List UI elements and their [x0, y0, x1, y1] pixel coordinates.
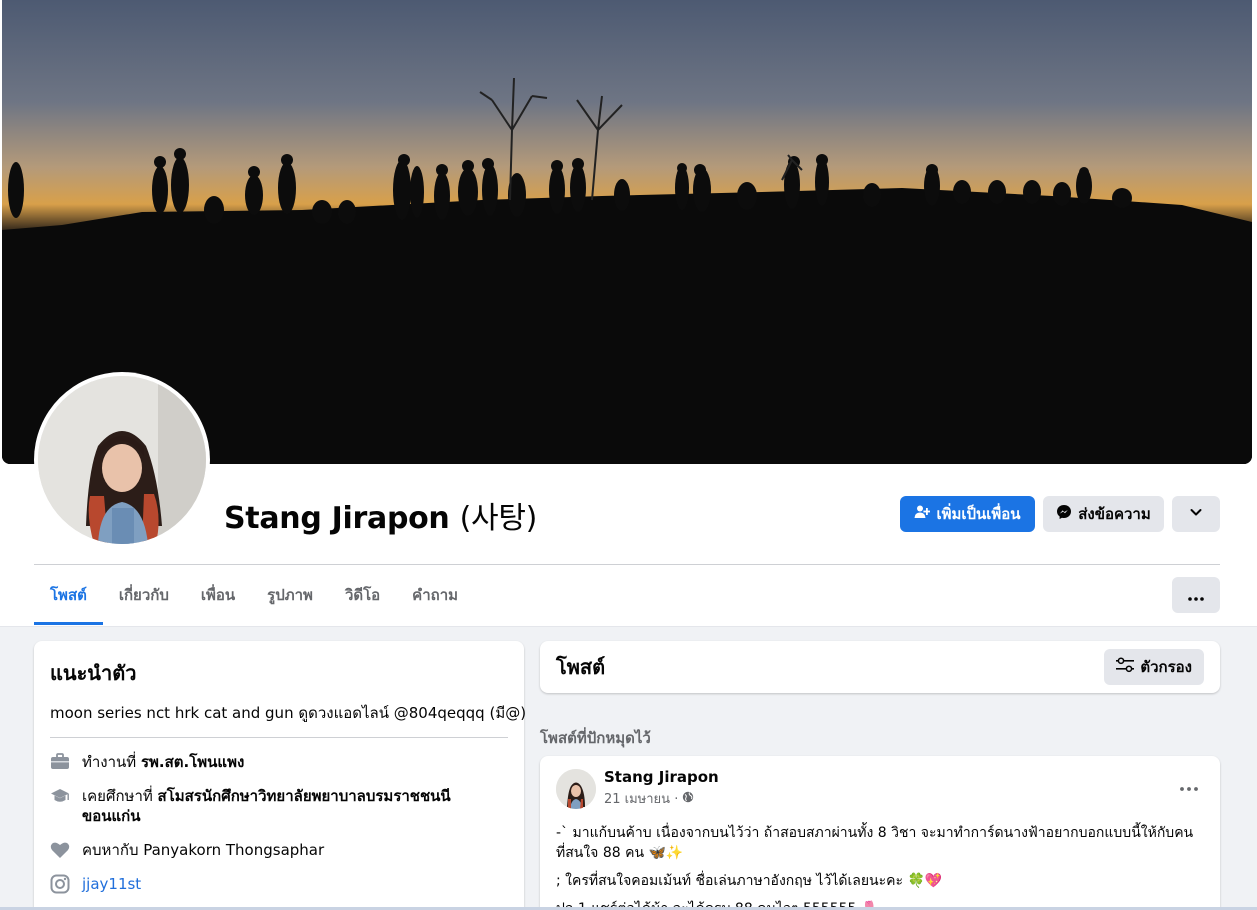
profile-name: Stang Jirapon (사탕): [224, 493, 537, 537]
instagram-link[interactable]: jjay11st: [82, 874, 141, 894]
cover-silhouette: [2, 77, 1252, 464]
study-prefix: เคยศึกษาที่: [82, 787, 153, 805]
post-date[interactable]: 21 เมษายน ·: [604, 788, 678, 809]
profile-avatar-ring[interactable]: [34, 372, 210, 548]
relationship-text: คบหากับ Panyakorn Thongsaphar: [82, 841, 325, 859]
pinned-post-card: Stang Jirapon 21 เมษายน · -` มาแก้บนค้าบ…: [540, 756, 1220, 910]
intro-instagram: jjay11st: [50, 874, 508, 894]
profile-name-text: Stang Jirapon: [224, 501, 450, 536]
globe-icon: [682, 791, 694, 807]
briefcase-icon: [50, 752, 70, 772]
more-actions-button[interactable]: [1172, 496, 1220, 532]
post-line-2: ; ใครที่สนใจคอมเม้นท์ ชื่อเล่นภาษาอังกฤษ…: [556, 873, 943, 889]
tab-about[interactable]: เกี่ยวกับ: [103, 565, 185, 625]
filter-label: ตัวกรอง: [1140, 658, 1192, 676]
post-meta: 21 เมษายน ·: [604, 788, 719, 809]
post-author-name[interactable]: Stang Jirapon: [604, 768, 719, 786]
profile-tabs: โพสต์ เกี่ยวกับ เพื่อน รูปภาพ วิดีโอ คำถ…: [34, 565, 474, 625]
cover-photo[interactable]: [2, 0, 1252, 464]
intro-work: ทำงานที่ รพ.สต.โพนแพง: [50, 752, 508, 772]
heart-icon: [50, 840, 70, 860]
add-friend-label: เพิ่มเป็นเพื่อน: [936, 505, 1021, 523]
tab-posts[interactable]: โพสต์: [34, 565, 103, 625]
posts-header-card: โพสต์ ตัวกรอง: [540, 641, 1220, 693]
intro-relationship: คบหากับ Panyakorn Thongsaphar: [50, 840, 508, 860]
post-header: Stang Jirapon 21 เมษายน ·: [556, 768, 1204, 809]
post-author-avatar[interactable]: [556, 768, 596, 809]
tab-videos[interactable]: วิดีโอ: [329, 565, 396, 625]
messenger-icon: [1056, 504, 1072, 524]
send-message-button[interactable]: ส่งข้อความ: [1043, 496, 1164, 532]
tab-questions[interactable]: คำถาม: [396, 565, 474, 625]
intro-card: แนะนำตัว moon series nct hrk cat and gun…: [34, 641, 526, 910]
tab-friends[interactable]: เพื่อน: [185, 565, 251, 625]
instagram-icon: [50, 874, 70, 894]
posts-title: โพสต์: [556, 655, 606, 679]
filter-icon: [1116, 657, 1135, 677]
profile-avatar[interactable]: [38, 376, 206, 544]
post-options-button[interactable]: [1180, 776, 1198, 795]
work-prefix: ทำงานที่: [82, 753, 137, 771]
filter-button[interactable]: ตัวกรอง: [1104, 649, 1204, 685]
add-friend-icon: [914, 504, 931, 524]
tab-photos[interactable]: รูปภาพ: [251, 565, 329, 625]
intro-title: แนะนำตัว: [50, 661, 137, 685]
more-dots-icon: [1180, 776, 1198, 795]
intro-education: เคยศึกษาที่ สโมสรนักศึกษาวิทยาลัยพยาบาลบ…: [50, 786, 508, 826]
post-line-1: -` มาแก้บนค้าบ เนื่องจากบนไว้ว่า ถ้าสอบส…: [556, 825, 1194, 861]
tabs-more-button[interactable]: [1172, 577, 1220, 613]
pinned-posts-label: โพสต์ที่ปักหมุดไว้: [540, 729, 651, 747]
add-friend-button[interactable]: เพิ่มเป็นเพื่อน: [900, 496, 1035, 532]
intro-bio: moon series nct hrk cat and gun ดูดวงแอด…: [50, 701, 526, 738]
more-dots-icon: [1188, 586, 1204, 605]
chevron-down-icon: [1189, 505, 1203, 523]
graduation-cap-icon: [50, 786, 70, 806]
post-body: -` มาแก้บนค้าบ เนื่องจากบนไว้ว่า ถ้าสอบส…: [556, 823, 1204, 910]
work-place[interactable]: รพ.สต.โพนแพง: [141, 753, 244, 771]
send-message-label: ส่งข้อความ: [1078, 505, 1151, 523]
profile-alt-name: (사탕): [459, 501, 538, 536]
